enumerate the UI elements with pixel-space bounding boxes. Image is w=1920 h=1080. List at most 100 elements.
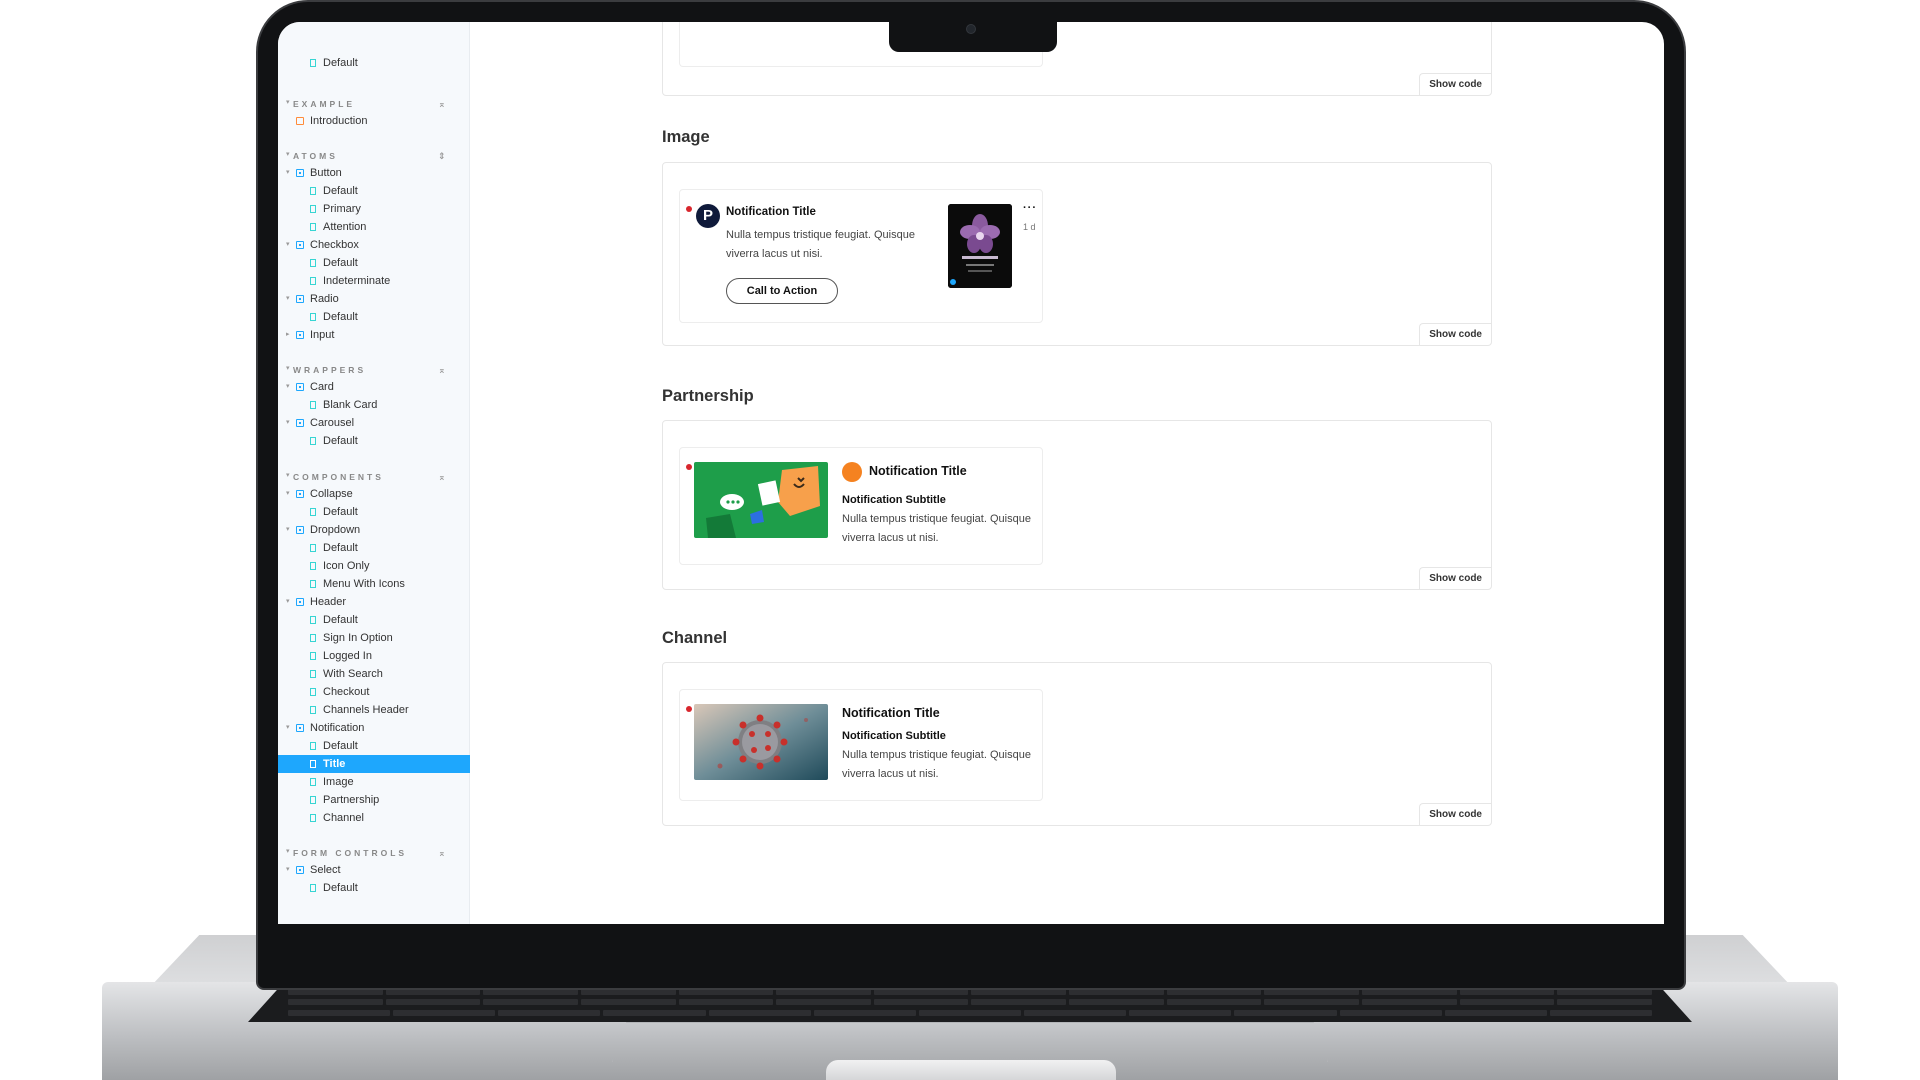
- story-icon: [310, 313, 316, 321]
- sidebar-story-header-checkout[interactable]: Checkout: [278, 683, 470, 701]
- sidebar-story-checkbox-default[interactable]: Default: [278, 254, 470, 272]
- sidebar-story-card-blank[interactable]: Blank Card: [278, 396, 470, 414]
- sidebar-item-label: Icon Only: [323, 560, 370, 572]
- sidebar-item-label: Menu With Icons: [323, 578, 405, 590]
- sidebar-item-radio[interactable]: ▾ Radio: [278, 290, 470, 308]
- story-icon: [310, 778, 316, 786]
- story-panel-partnership: Notification Title Notification Subtitle…: [662, 420, 1492, 590]
- sidebar-item-header[interactable]: ▾ Header: [278, 593, 470, 611]
- component-icon: [296, 383, 304, 391]
- sidebar-section-example[interactable]: ▾ EXAMPLE ⌅: [278, 95, 470, 113]
- expand-all-icon[interactable]: ⇕: [438, 147, 446, 165]
- sidebar-story-carousel-default[interactable]: Default: [278, 432, 470, 450]
- sidebar-item-notification[interactable]: ▾ Notification: [278, 719, 470, 737]
- sidebar-story-button-primary[interactable]: Primary: [278, 200, 470, 218]
- unread-dot: [686, 464, 692, 470]
- collapse-all-icon[interactable]: ⌅: [438, 95, 446, 113]
- sidebar-item-label: Dropdown: [310, 524, 361, 536]
- sidebar-item-label: Default: [323, 506, 358, 518]
- sidebar-story-button-default[interactable]: Default: [278, 182, 470, 200]
- section-title-channel: Channel: [662, 629, 728, 647]
- sidebar-item-checkbox[interactable]: ▾ Checkbox: [278, 236, 470, 254]
- sidebar-story-header-channels[interactable]: Channels Header: [278, 701, 470, 719]
- sidebar-item-label: Indeterminate: [323, 275, 391, 287]
- story-panel-image: P Notification Title Nulla tempus tristi…: [662, 162, 1492, 346]
- sidebar-item-collapse[interactable]: ▾ Collapse: [278, 485, 470, 503]
- show-code-button[interactable]: Show code: [1419, 567, 1491, 589]
- sidebar-story-collapse-default[interactable]: Default: [278, 503, 470, 521]
- sidebar-item-label: Attention: [323, 221, 367, 233]
- sidebar-story-header-with-search[interactable]: With Search: [278, 665, 470, 683]
- story-icon: [310, 706, 316, 714]
- camera-icon: [966, 24, 976, 34]
- sidebar-story-notification-image[interactable]: Image: [278, 773, 470, 791]
- show-code-button[interactable]: Show code: [1419, 73, 1491, 95]
- sidebar-story-notification-partnership[interactable]: Partnership: [278, 791, 470, 809]
- sidebar-section-atoms[interactable]: ▾ ATOMS ⇕: [278, 147, 470, 165]
- story-icon: [310, 508, 316, 516]
- call-to-action-button[interactable]: Call to Action: [726, 278, 838, 304]
- caret-icon: ▾: [286, 472, 293, 479]
- story-icon: [310, 59, 316, 67]
- document-icon: [296, 117, 304, 125]
- notification-title: Notification Title: [726, 206, 816, 218]
- sidebar-story-notification-title[interactable]: Title: [278, 755, 470, 773]
- sidebar-story-header-default[interactable]: Default: [278, 611, 470, 629]
- sidebar-item-dropdown[interactable]: ▾ Dropdown: [278, 521, 470, 539]
- notification-card-channel[interactable]: Notification Title Notification Subtitle…: [679, 689, 1043, 801]
- notification-body: Nulla tempus tristique feugiat. Quisque …: [726, 229, 915, 260]
- laptop-opening-lip: [826, 1060, 1116, 1080]
- sidebar-item-introduction[interactable]: Introduction: [278, 112, 470, 130]
- story-icon: [310, 796, 316, 804]
- collapse-all-icon[interactable]: ⌅: [438, 361, 446, 379]
- caret-icon: ▾: [286, 365, 293, 372]
- story-icon: [310, 580, 316, 588]
- chevron-down-icon: ▾: [286, 598, 290, 605]
- sidebar-section-wrappers[interactable]: ▾ WRAPPERS ⌅: [278, 361, 470, 379]
- section-label: FORM CONTROLS: [293, 848, 408, 858]
- story-icon: [310, 259, 316, 267]
- sidebar-story-select-default[interactable]: Default: [278, 879, 470, 897]
- notification-card-image[interactable]: P Notification Title Nulla tempus tristi…: [679, 189, 1043, 323]
- show-code-button[interactable]: Show code: [1419, 323, 1491, 345]
- section-title-image: Image: [662, 128, 710, 146]
- channel-image: [694, 704, 828, 780]
- docs-canvas: Show code Image P Notification Title Nul…: [470, 22, 1664, 924]
- sidebar-item-label: Channel: [323, 812, 364, 824]
- sidebar-section-form-controls[interactable]: ▾ FORM CONTROLS ⌅: [278, 844, 470, 862]
- show-code-button[interactable]: Show code: [1419, 803, 1491, 825]
- story-icon: [310, 437, 316, 445]
- notification-card-partnership[interactable]: Notification Title Notification Subtitle…: [679, 447, 1043, 565]
- sidebar-item-card[interactable]: ▾ Card: [278, 378, 470, 396]
- more-options-icon[interactable]: ···: [1023, 202, 1037, 214]
- sidebar-story-header-logged-in[interactable]: Logged In: [278, 647, 470, 665]
- sidebar-item-carousel[interactable]: ▾ Carousel: [278, 414, 470, 432]
- sidebar-item-label: Header: [310, 596, 347, 608]
- notification-body: Nulla tempus tristique feugiat. Quisque …: [842, 749, 1031, 780]
- sidebar-story-dropdown-default[interactable]: Default: [278, 539, 470, 557]
- collapse-all-icon[interactable]: ⌅: [438, 844, 446, 862]
- sidebar-item-select[interactable]: ▾ Select: [278, 861, 470, 879]
- sidebar-story-dropdown-icon-only[interactable]: Icon Only: [278, 557, 470, 575]
- sidebar-story-notification-default[interactable]: Default: [278, 737, 470, 755]
- sidebar-item-label: Input: [310, 329, 335, 341]
- sidebar-item-label: Button: [310, 167, 342, 179]
- notification-subtitle: Notification Subtitle: [842, 730, 946, 742]
- sidebar-item-label: Sign In Option: [323, 632, 393, 644]
- sidebar-story-header-sign-in[interactable]: Sign In Option: [278, 629, 470, 647]
- sidebar-story-radio-default[interactable]: Default: [278, 308, 470, 326]
- section-label: WRAPPERS: [293, 365, 367, 375]
- sidebar-item-label: Image: [323, 776, 354, 788]
- sidebar-story-checkbox-indeterminate[interactable]: Indeterminate: [278, 272, 470, 290]
- component-icon: [296, 295, 304, 303]
- sidebar-story-notification-channel[interactable]: Channel: [278, 809, 470, 827]
- collapse-all-icon[interactable]: ⌅: [438, 468, 446, 486]
- sidebar-story-button-attention[interactable]: Attention: [278, 218, 470, 236]
- sidebar-item-input[interactable]: ▸ Input: [278, 326, 470, 344]
- sidebar-item-button[interactable]: ▾ Button: [278, 164, 470, 182]
- sidebar-section-components[interactable]: ▾ COMPONENTS ⌅: [278, 468, 470, 486]
- sidebar-item-label: Default: [323, 57, 358, 69]
- story-icon: [310, 187, 316, 195]
- sidebar-story-default-top[interactable]: Default: [278, 54, 470, 72]
- sidebar-story-dropdown-menu-with-icons[interactable]: Menu With Icons: [278, 575, 470, 593]
